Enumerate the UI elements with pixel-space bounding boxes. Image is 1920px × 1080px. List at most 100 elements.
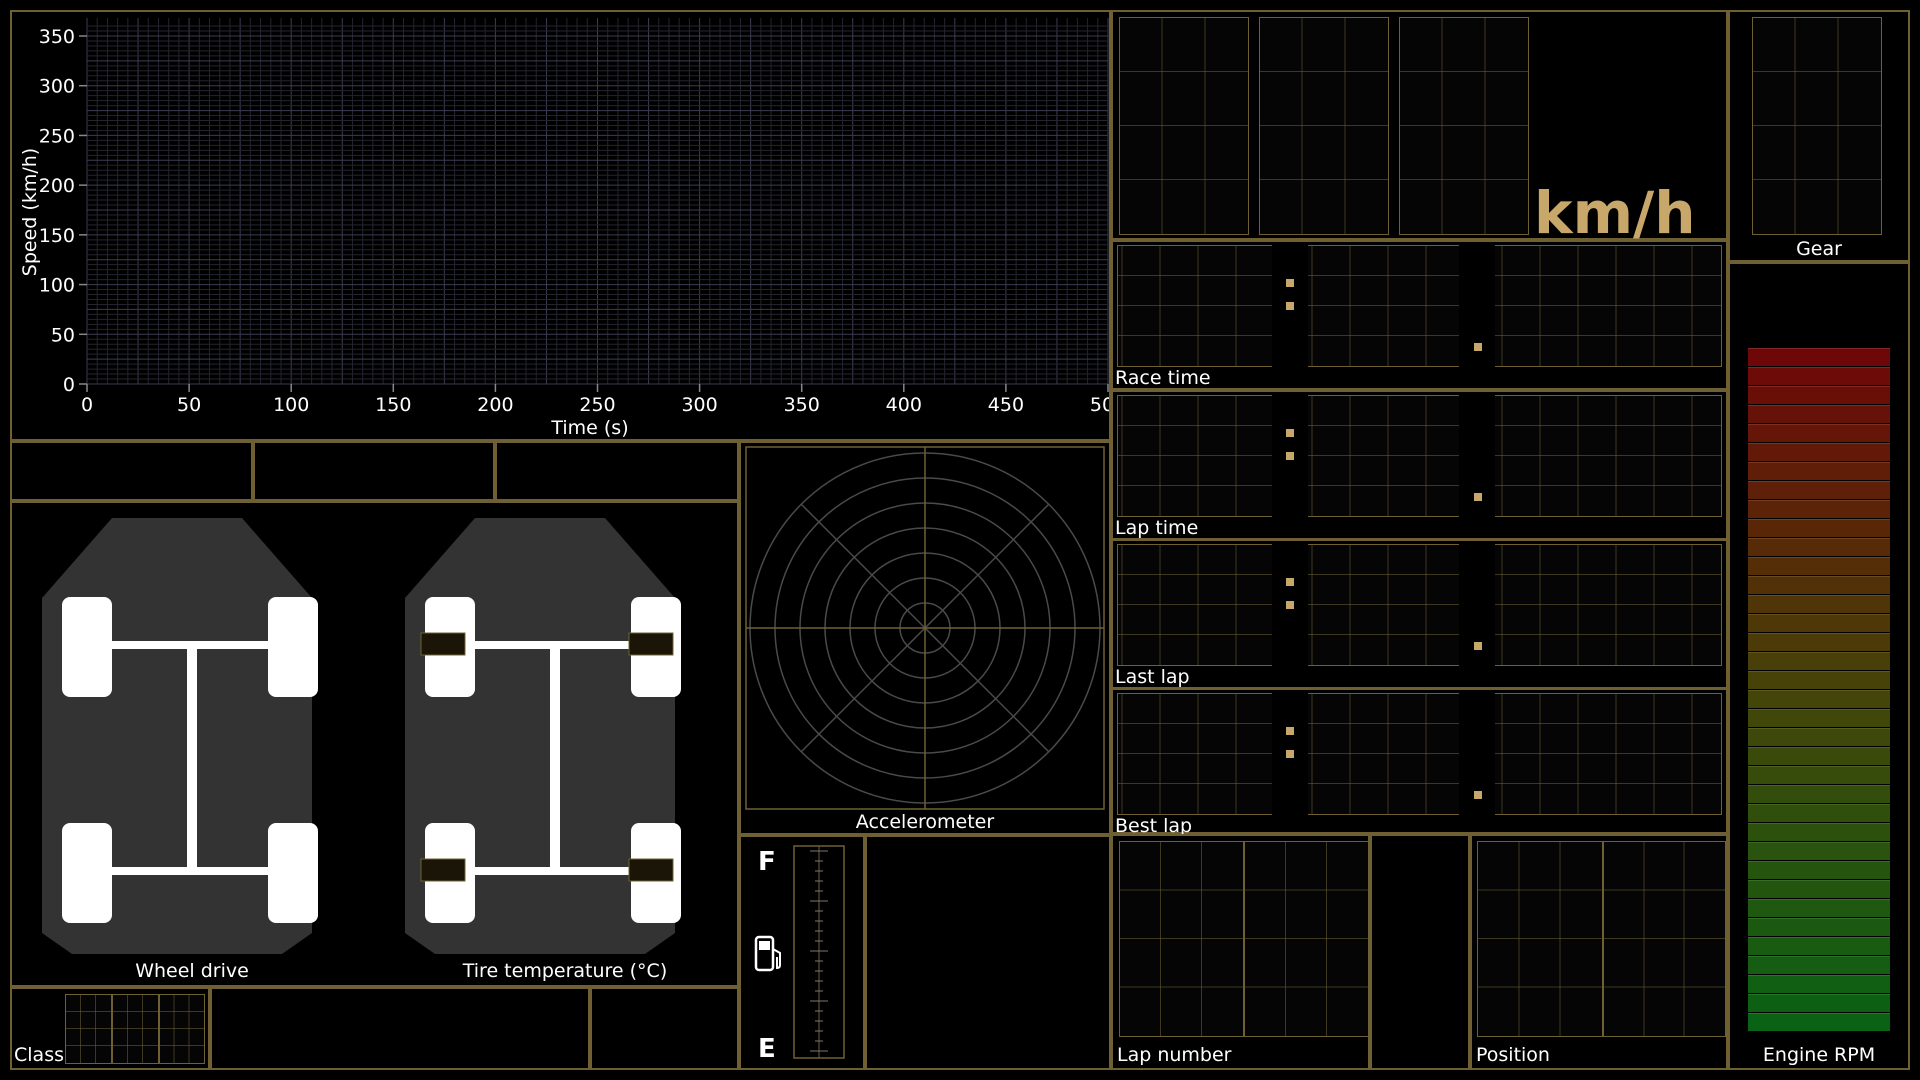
rpm-segment — [1748, 614, 1890, 632]
x-tick-label: 500 — [1090, 394, 1109, 416]
lap-number-label: Lap number — [1117, 1044, 1232, 1066]
rpm-segment — [1748, 557, 1890, 575]
class-digit-3 — [159, 994, 205, 1064]
y-tick-label: 0 — [63, 374, 75, 396]
accelerometer-label: Accelerometer — [855, 811, 995, 833]
rpm-segment — [1748, 405, 1890, 423]
rpm-segment — [1748, 633, 1890, 651]
chart-grid — [86, 18, 1109, 385]
rpm-segment — [1748, 842, 1890, 860]
position-digit-ones — [1603, 841, 1726, 1037]
info-cell-3 — [495, 441, 739, 501]
rpm-segment — [1748, 728, 1890, 746]
timer-label: Last lap — [1115, 666, 1190, 688]
speed-digit-ones — [1399, 17, 1529, 235]
rpm-segment — [1748, 1013, 1890, 1031]
x-tick-label: 300 — [681, 394, 717, 416]
rpm-segment — [1748, 595, 1890, 613]
timer-digits — [1117, 544, 1722, 666]
fuel-info-panel — [865, 835, 1111, 1070]
car-panel: Wheel drive Tire temperature (°C) — [10, 501, 739, 987]
tire-temp-bar-rl — [420, 858, 466, 882]
class-label: Class — [14, 1044, 64, 1066]
engine-rpm-label: Engine RPM — [1762, 1044, 1876, 1066]
accelerometer-plot — [745, 446, 1105, 810]
rpm-segment — [1748, 538, 1890, 556]
wheel-drive-diagram — [42, 518, 318, 954]
timer-colon-dot — [1286, 302, 1294, 310]
x-tick-label: 450 — [988, 394, 1024, 416]
timer-colon-dot — [1474, 493, 1482, 501]
rpm-segment — [1748, 937, 1890, 955]
x-axis-label: Time (s) — [550, 417, 628, 439]
timer-panel: Lap time — [1111, 390, 1728, 540]
wheel-rear-left — [62, 823, 112, 923]
speed-display: km/h — [1111, 10, 1728, 242]
wheel-drive-label: Wheel drive — [135, 960, 249, 982]
class-digit-1 — [65, 994, 112, 1064]
timer-panel: Race time — [1111, 240, 1728, 390]
tire-temp-bar-fl — [420, 632, 466, 656]
lap-gap-panel — [1370, 834, 1470, 1070]
x-tick-label: 50 — [177, 394, 201, 416]
rpm-segment — [1748, 652, 1890, 670]
timer-colon-dot — [1474, 343, 1482, 351]
rpm-segment — [1748, 994, 1890, 1012]
rpm-segment — [1748, 861, 1890, 879]
timer-colon-dot — [1286, 750, 1294, 758]
rpm-segment — [1748, 462, 1890, 480]
rpm-segment — [1748, 690, 1890, 708]
rpm-segment — [1748, 785, 1890, 803]
timer-colon-dot — [1286, 601, 1294, 609]
fuel-panel: F E — [739, 835, 865, 1070]
rear-axle — [455, 867, 635, 875]
rpm-segment — [1748, 367, 1890, 385]
rpm-bar — [1748, 348, 1890, 1032]
speed-digit-hundreds — [1119, 17, 1249, 235]
rpm-segment — [1748, 899, 1890, 917]
rpm-segment — [1748, 804, 1890, 822]
front-axle — [455, 641, 635, 649]
fuel-empty-label: E — [758, 1034, 776, 1064]
timer-panel: Best lap — [1111, 688, 1728, 837]
rpm-segment — [1748, 443, 1890, 461]
class-digit-2 — [112, 994, 159, 1064]
position-digit-tens — [1477, 841, 1603, 1037]
timer-panel: Last lap — [1111, 539, 1728, 689]
rpm-segment — [1748, 500, 1890, 518]
rpm-segment — [1748, 424, 1890, 442]
rpm-segment — [1748, 956, 1890, 974]
lap-digit-tens — [1119, 841, 1244, 1037]
timer-colon-dot — [1286, 578, 1294, 586]
x-tick-label: 400 — [886, 394, 922, 416]
timer-colon-dot — [1286, 452, 1294, 460]
info-cell-2 — [253, 441, 495, 501]
y-tick-label: 200 — [39, 175, 75, 197]
rpm-segment — [1748, 766, 1890, 784]
y-tick-label: 250 — [39, 125, 75, 147]
rpm-segment — [1748, 481, 1890, 499]
timer-colon-dot — [1286, 429, 1294, 437]
tire-temp-bar-fr — [628, 632, 674, 656]
gear-digit — [1752, 17, 1882, 235]
timer-label: Lap time — [1115, 517, 1199, 539]
speed-digit-tens — [1259, 17, 1389, 235]
gear-label: Gear — [1796, 238, 1842, 260]
timer-digits — [1117, 693, 1722, 815]
timer-label: Race time — [1115, 367, 1211, 389]
rpm-segment — [1748, 576, 1890, 594]
speed-chart: 0 50 100 150 200 250 300 350 400 450 500 0 50 100 150 2… — [19, 18, 1109, 439]
wheel-rear-right — [268, 823, 318, 923]
position-panel: Position — [1470, 834, 1728, 1070]
y-axis-label: Speed (km/h) — [19, 148, 41, 276]
accelerometer-panel: Accelerometer — [739, 441, 1111, 835]
rpm-segment — [1748, 880, 1890, 898]
rpm-segment — [1748, 747, 1890, 765]
x-tick-label: 350 — [784, 394, 820, 416]
y-tick-label: 100 — [39, 275, 75, 297]
position-label: Position — [1476, 1044, 1550, 1066]
lap-number-panel: Lap number — [1111, 834, 1370, 1070]
timer-colon-dot — [1286, 279, 1294, 287]
drive-shaft — [550, 641, 560, 875]
rpm-segment — [1748, 918, 1890, 936]
